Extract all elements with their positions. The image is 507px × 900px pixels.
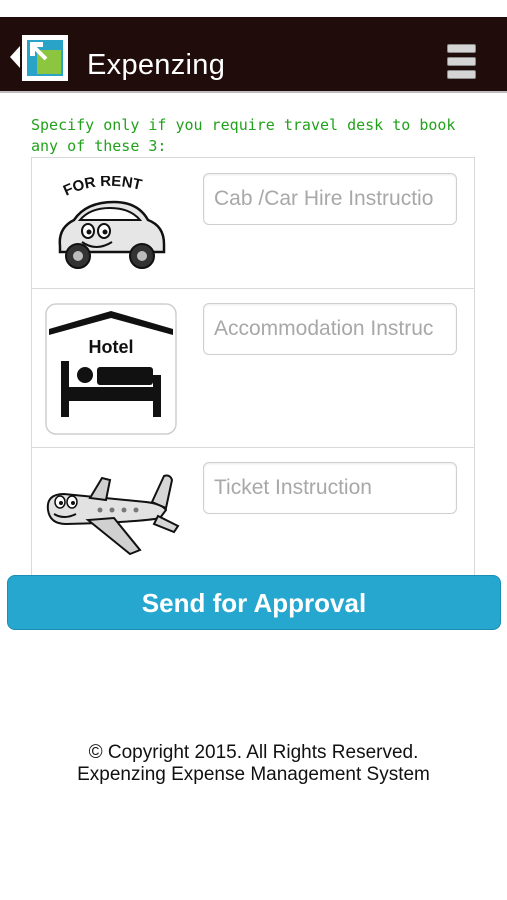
booking-instruction-text: Specify only if you require travel desk … <box>31 116 456 155</box>
stacked-menu-icon[interactable] <box>447 44 477 84</box>
cab-instruction-input[interactable] <box>203 173 457 225</box>
footer: © Copyright 2015. All Rights Reserved. E… <box>0 742 507 786</box>
travel-desk-panel: FOR RENT Hotel <box>31 157 475 575</box>
copyright-text: © Copyright 2015. All Rights Reserved. <box>88 742 419 763</box>
car-for-rent-icon: FOR RENT <box>58 176 166 269</box>
airplane-icon <box>46 474 180 556</box>
app-title: Expenzing <box>87 49 226 81</box>
app-header: Expenzing <box>0 17 507 93</box>
expenzing-logo-icon[interactable] <box>8 29 72 85</box>
accommodation-instruction-input[interactable] <box>203 303 457 355</box>
hotel-bed-icon: Hotel <box>45 303 177 435</box>
product-name-text: Expenzing Expense Management System <box>77 764 430 785</box>
accommodation-row: Hotel <box>32 289 474 448</box>
cab-row: FOR RENT <box>32 158 474 289</box>
ticket-instruction-input[interactable] <box>203 462 457 514</box>
send-for-approval-button[interactable]: Send for Approval <box>7 575 501 630</box>
hotel-label: Hotel <box>89 337 134 357</box>
status-strip <box>0 0 507 17</box>
ticket-row <box>32 448 474 575</box>
for-rent-label: FOR RENT <box>61 176 144 200</box>
